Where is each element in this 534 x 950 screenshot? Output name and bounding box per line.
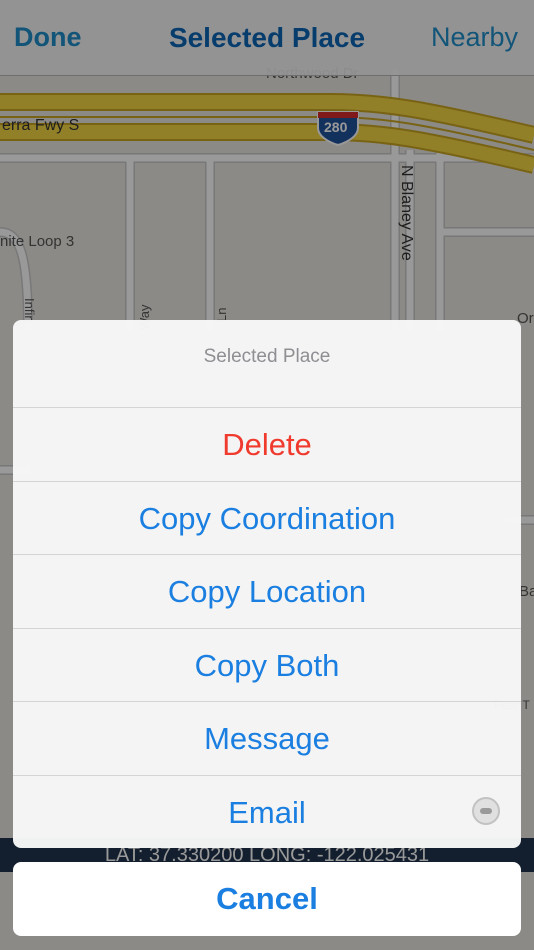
cancel-button[interactable]: Cancel xyxy=(13,862,521,936)
action-sheet-title: Selected Place xyxy=(13,320,521,408)
copy-both-button[interactable]: Copy Both xyxy=(13,629,521,702)
email-button[interactable]: Email xyxy=(13,776,521,849)
message-button[interactable]: Message xyxy=(13,702,521,776)
locate-icon xyxy=(472,797,500,825)
delete-button[interactable]: Delete xyxy=(13,408,521,482)
copy-location-button[interactable]: Copy Location xyxy=(13,555,521,629)
copy-coordination-button[interactable]: Copy Coordination xyxy=(13,482,521,555)
action-sheet: Selected Place Delete Copy Coordination … xyxy=(13,320,521,848)
